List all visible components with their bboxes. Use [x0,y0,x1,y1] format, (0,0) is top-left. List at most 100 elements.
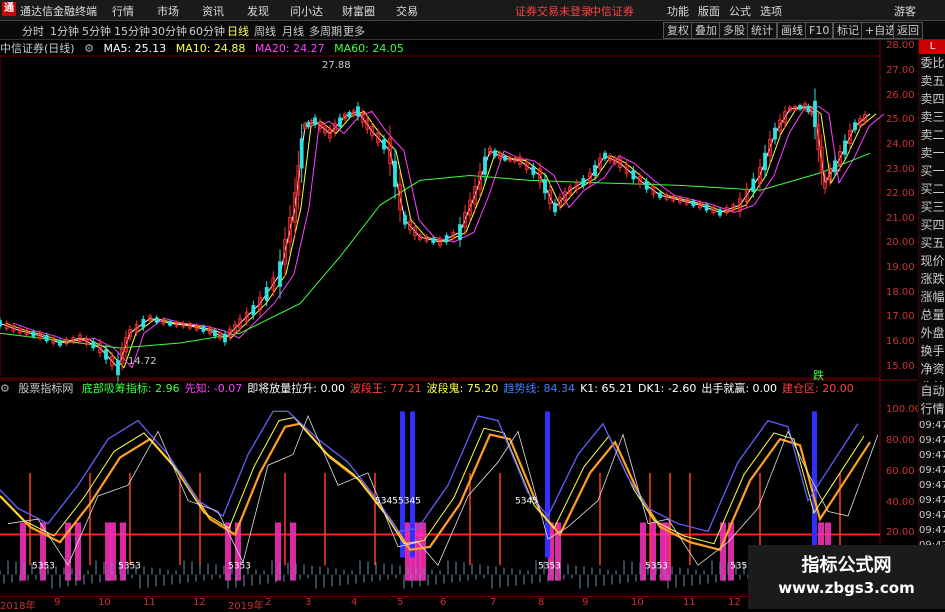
mark-button[interactable]: 标记 [833,22,863,39]
side-tab-10[interactable]: 买五 [919,234,945,252]
menu-functions[interactable]: 功能 [667,3,689,19]
auto-tab-0[interactable]: 自动 [919,382,945,400]
signal-bar [20,522,26,581]
period-30min[interactable]: 30分钟 [151,23,187,39]
side-tab-13[interactable]: 涨幅 [919,288,945,306]
side-tab-15[interactable]: 外盘 [919,324,945,342]
adjust-button[interactable]: 复权 [663,22,693,39]
candle-body [444,235,449,243]
period-60min[interactable]: 60分钟 [189,23,225,39]
signal-label: 5353 [228,561,251,571]
side-tab-4[interactable]: 卖二 [919,126,945,144]
candle-body [833,160,837,173]
period-more[interactable]: 更多 [343,23,365,39]
menu-wealth[interactable]: 财富圈 [342,3,375,19]
side-tab-12[interactable]: 涨跌 [919,270,945,288]
period-monthly[interactable]: 月线 [282,23,304,39]
candle-body [483,156,487,175]
candle-body [843,140,847,155]
menu-layout[interactable]: 版面 [698,3,720,19]
price-tick: 26.00 [886,89,915,101]
menu-options[interactable]: 选项 [760,3,782,19]
side-tab-8[interactable]: 买三 [919,198,945,216]
candle-body [201,326,206,332]
price-tick: 27.00 [886,65,915,77]
period-multi[interactable]: 多周期 [309,23,342,39]
menu-ask[interactable]: 问小达 [290,3,323,19]
app-logo: 通 [2,2,16,16]
price-tick: 25.00 [886,114,915,126]
candle-body [853,122,857,131]
date-tick: 2 [265,597,272,608]
indicator-value-1: 先知: -0.07 [184,382,243,395]
ribbon-l[interactable]: L [919,40,945,54]
indicator-tick: 40.00 [886,496,915,508]
price-chart[interactable] [0,40,918,596]
auto-tab-1[interactable]: 行情 [919,400,945,418]
candle-body [603,152,607,159]
period-daily[interactable]: 日线 [227,23,249,39]
quote-time: 09:47 [919,510,945,521]
chart-canvas[interactable]: 5353 5353 535353455353 5353 53535345 5345 [0,40,918,596]
high-price-label: 27.88 [322,60,351,71]
draw-line-button[interactable]: 画线 [777,22,807,39]
indicator-settings-icon[interactable]: ⚙ [0,382,10,395]
signal-bar [120,522,126,581]
side-tab-11[interactable]: 现价 [919,252,945,270]
candle-body [644,181,649,190]
date-tick: 10 [631,597,644,608]
period-15min[interactable]: 15分钟 [114,23,150,39]
side-tab-14[interactable]: 总量 [919,306,945,324]
quote-time: 09:47 [919,435,945,446]
back-button[interactable]: 返回 [893,22,923,39]
stats-button[interactable]: 统计 [747,22,777,39]
menu-trade[interactable]: 交易 [396,3,418,19]
overlay-button[interactable]: 叠加 [691,22,721,39]
date-tick: 11 [683,597,696,608]
side-tab-5[interactable]: 卖一 [919,144,945,162]
candle-body [154,317,159,323]
broker-name: 中信证券 [590,5,634,18]
candle-body [91,341,96,349]
menu-discover[interactable]: 发现 [247,3,269,19]
period-weekly[interactable]: 周线 [254,23,276,39]
signal-bar [420,522,426,581]
menu-formula[interactable]: 公式 [729,3,751,19]
side-tab-9[interactable]: 买四 [919,216,945,234]
side-tab-16[interactable]: 换手 [919,342,945,360]
side-tab-17[interactable]: 净资 [919,360,945,378]
period-toolbar: 分时 1分钟 5分钟 15分钟 30分钟 60分钟 日线 周线 月线 多周期 更… [0,21,945,40]
ma60-line [0,152,871,349]
candle-body [543,179,547,194]
f10-button[interactable]: F10 [805,22,834,39]
candle-body [264,287,269,301]
indicator-tick: 80.00 [886,435,915,447]
multi-stock-button[interactable]: 多股 [719,22,749,39]
side-tab-7[interactable]: 买二 [919,180,945,198]
candle-body [691,200,696,207]
menu-quotes[interactable]: 行情 [112,3,134,19]
watermark-title: 指标公式网 [801,555,892,576]
menu-market[interactable]: 市场 [157,3,179,19]
candle-body [313,117,317,126]
side-tab-3[interactable]: 卖三 [919,108,945,126]
candle-body [104,349,108,360]
indicator-value-6: K1: 65.21 [580,382,633,395]
side-tab-2[interactable]: 卖四 [919,90,945,108]
signal-label: 5353 [645,561,668,571]
side-tab-0[interactable]: 委比 [919,54,945,72]
price-tick: 22.00 [886,188,915,200]
side-tab-1[interactable]: 卖五 [919,72,945,90]
menu-news[interactable]: 资讯 [202,3,224,19]
side-tab-6[interactable]: 买一 [919,162,945,180]
candle-body [31,331,36,337]
period-timeshare[interactable]: 分时 [22,23,44,39]
period-1min[interactable]: 1分钟 [50,23,79,39]
quote-time: 09:47 [919,450,945,461]
date-tick: 12 [193,597,206,608]
trade-login-status[interactable]: 证券交易未登录 [515,3,592,19]
price-tick: 23.00 [886,163,915,175]
candle-body [393,160,397,187]
guest-button[interactable]: 游客 [894,3,916,19]
period-5min[interactable]: 5分钟 [82,23,111,39]
